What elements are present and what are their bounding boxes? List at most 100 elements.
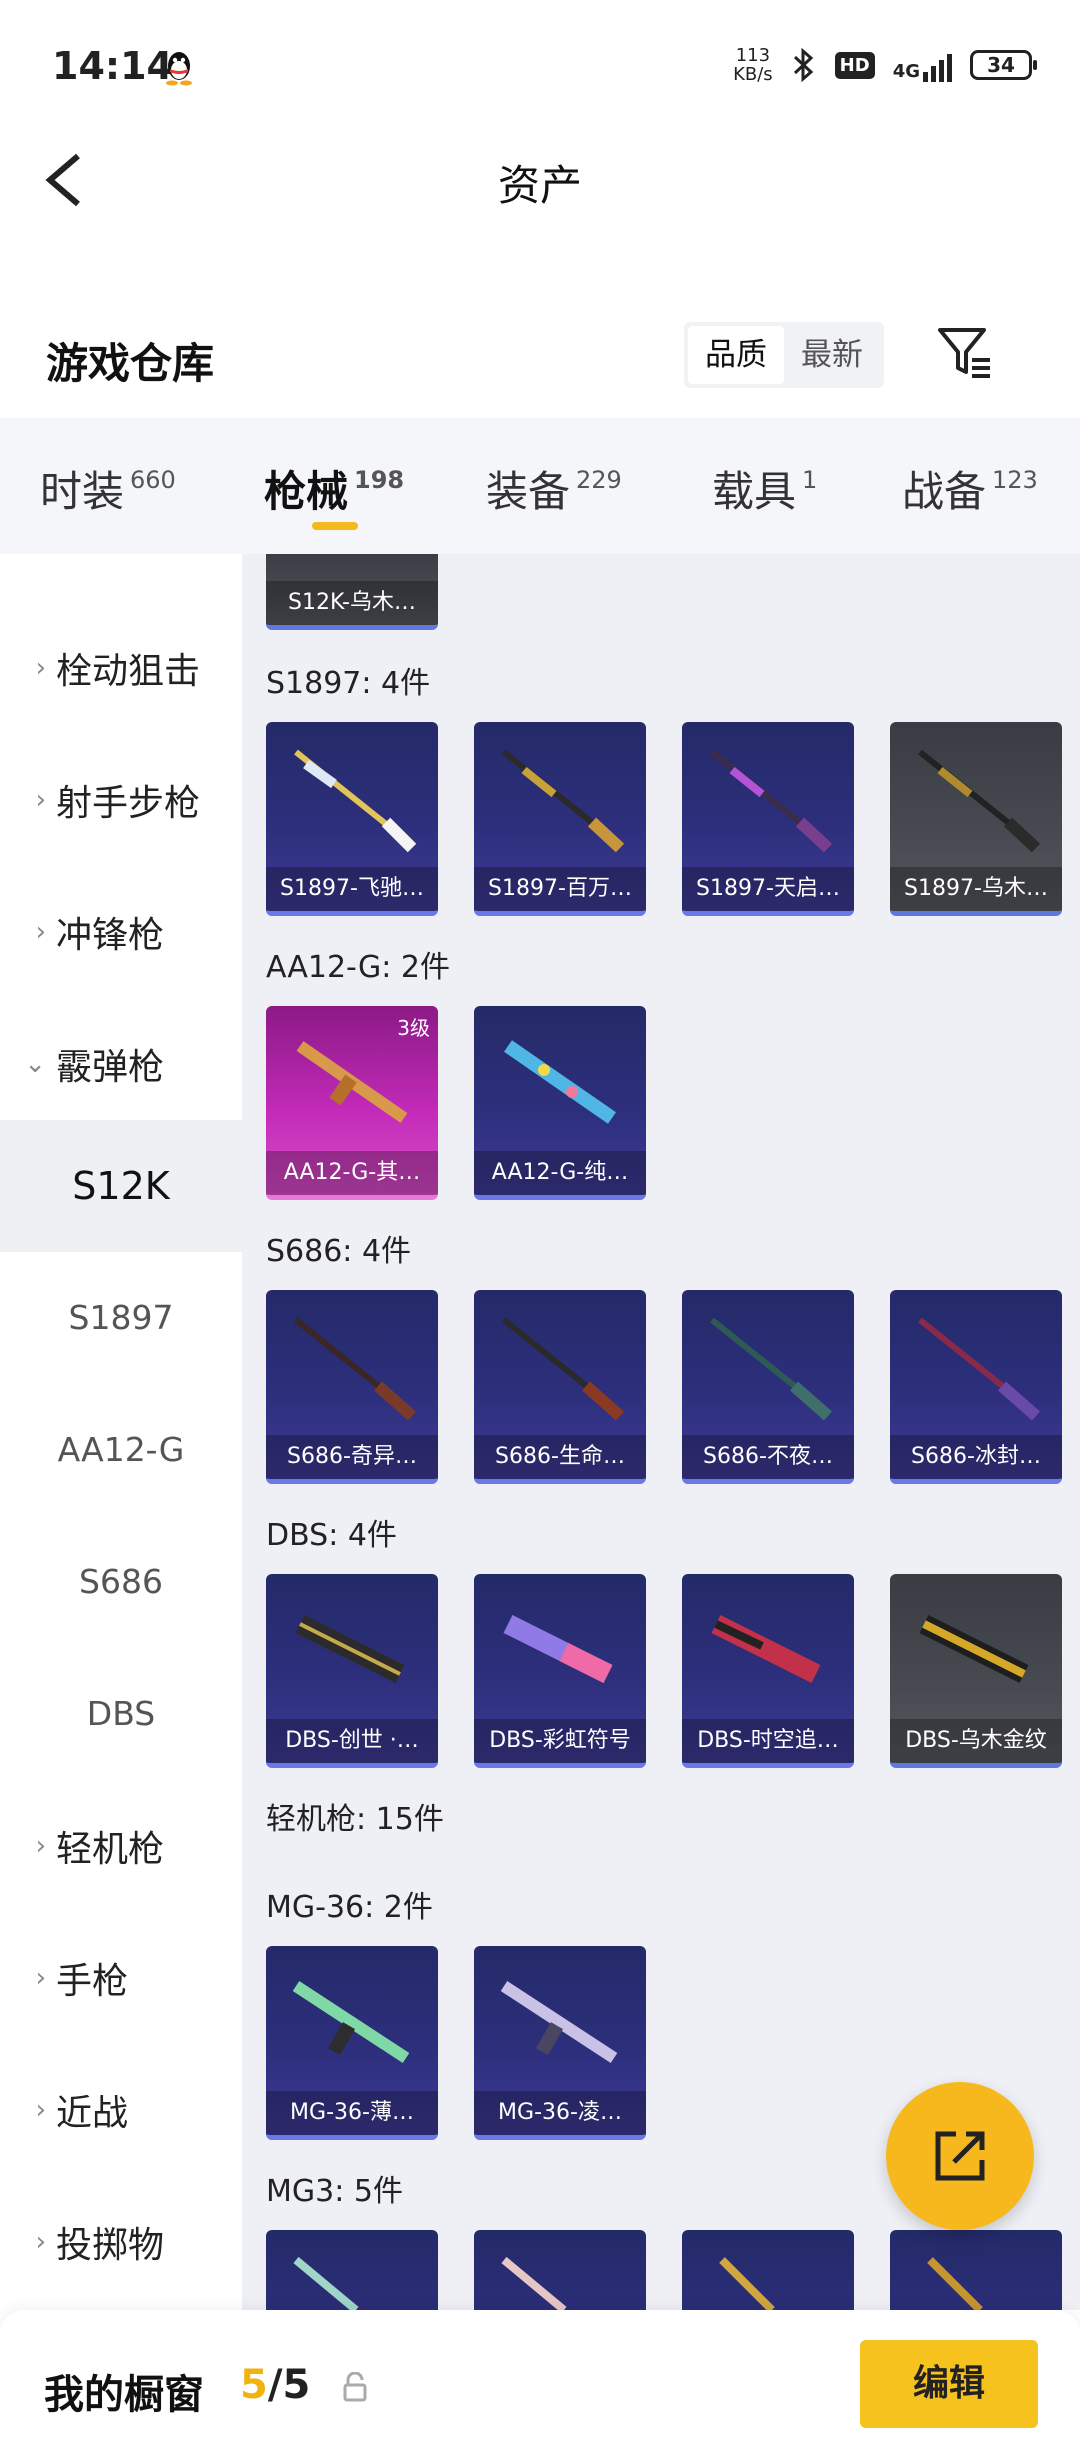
item-card[interactable]: DBS-创世 ·… (266, 1574, 438, 1768)
tab-fashion[interactable]: 时装 660 (40, 458, 176, 519)
sidebar-item-lmg[interactable]: › 轻机枪 (0, 1780, 242, 1912)
item-card[interactable]: S686-冰封… (890, 1290, 1062, 1484)
battery-icon: 34 (970, 50, 1037, 80)
item-card[interactable]: DBS-乌木金纹 (890, 1574, 1062, 1768)
sidebar-item-throwable[interactable]: › 投掷物 (0, 2176, 242, 2308)
item-card[interactable]: DBS-时空追… (682, 1574, 854, 1768)
showcase-count: 5/5 (240, 2362, 311, 2408)
sidebar-sub-s12k[interactable]: S12K (0, 1120, 242, 1252)
item-card[interactable] (266, 2230, 438, 2310)
page-title: 资产 (497, 161, 582, 210)
item-label: DBS-时空追… (682, 1719, 854, 1763)
app-header: 资产 (0, 130, 1080, 230)
item-card[interactable]: S1897-乌木… (890, 722, 1062, 916)
item-card[interactable]: 3级 AA12-G-其… (266, 1006, 438, 1200)
status-time: 14:14 (52, 44, 173, 88)
machinegun-icon (501, 2256, 567, 2310)
shotgun-icon (503, 1615, 613, 1683)
item-grid: S12K-乌木… S1897: 4件 S1897-飞驰… S1897-百万… S… (242, 554, 1080, 2310)
sidebar: › 栓动狙击 › 射手步枪 › 冲锋枪 ⌄ 霰弹枪 S12K S1897 AA12-G … (0, 554, 242, 2310)
item-label: S1897-百万… (474, 867, 646, 911)
sidebar-item-melee[interactable]: › 近战 (0, 2044, 242, 2176)
item-label: S1897-天启… (682, 867, 854, 911)
sort-quality-button[interactable]: 品质 (688, 326, 784, 384)
machinegun-icon (719, 2257, 775, 2310)
level-badge: 3级 (397, 1016, 430, 1040)
machinegun-icon (927, 2257, 983, 2310)
chevron-down-icon: ⌄ (24, 1049, 46, 1079)
warehouse-title: 游戏仓库 (46, 339, 215, 388)
sidebar-item-marksman[interactable]: › 射手步枪 (0, 734, 242, 866)
item-label: AA12-G-其… (266, 1151, 438, 1195)
shotgun-icon (294, 1317, 416, 1421)
item-label: MG-36-薄… (266, 2091, 438, 2135)
item-card[interactable] (682, 2230, 854, 2310)
shotgun-icon (919, 1615, 1029, 1683)
qq-icon (166, 52, 192, 86)
section-header: AA12-G: 2件 (266, 950, 450, 985)
item-card[interactable]: DBS-彩虹符号 (474, 1574, 646, 1768)
item-card[interactable]: AA12-G-纯… (474, 1006, 646, 1200)
shotgun-icon (710, 749, 833, 853)
section-header: MG-36: 2件 (266, 1890, 433, 1925)
tab-supplies[interactable]: 战备 123 (902, 458, 1038, 519)
machinegun-icon (500, 1980, 618, 2064)
tab-equipment[interactable]: 装备 229 (486, 458, 622, 519)
status-bar: 14:14 113 KB/s HD 4G 34 (0, 0, 1080, 130)
net-speed: 113 KB/s (733, 45, 773, 85)
tab-weapons[interactable]: 枪械 198 (264, 458, 404, 519)
edit-button[interactable]: 编辑 (860, 2340, 1038, 2428)
section-header: S686: 4件 (266, 1234, 412, 1269)
sidebar-sub-s1897[interactable]: S1897 (0, 1252, 242, 1384)
shotgun-icon (295, 1615, 405, 1683)
item-label: S12K-乌木… (266, 581, 438, 625)
group-header: 轻机枪: 15件 (266, 1802, 444, 1837)
item-card[interactable]: S686-奇异… (266, 1290, 438, 1484)
shotgun-icon (918, 1317, 1040, 1421)
sidebar-item-bolt-sniper[interactable]: › 栓动狙击 (0, 602, 242, 734)
sidebar-sub-aa12g[interactable]: AA12-G (0, 1384, 242, 1516)
chevron-right-icon: › (35, 2095, 46, 2125)
sort-newest-button[interactable]: 最新 (784, 326, 880, 384)
item-card[interactable] (890, 2230, 1062, 2310)
item-label: S686-生命… (474, 1435, 646, 1479)
shotgun-icon (918, 749, 1041, 853)
sidebar-item-smg[interactable]: › 冲锋枪 (0, 866, 242, 998)
item-card[interactable]: S1897-天启… (682, 722, 854, 916)
sidebar-item-shotgun[interactable]: ⌄ 霰弹枪 (0, 998, 242, 1130)
item-card[interactable]: S1897-飞驰… (266, 722, 438, 916)
item-card[interactable]: S12K-乌木… (266, 554, 438, 630)
hd-badge: HD (834, 51, 875, 79)
sidebar-sub-s686[interactable]: S686 (0, 1516, 242, 1648)
tab-vehicles[interactable]: 载具 1 (712, 458, 817, 519)
item-card[interactable] (474, 2230, 646, 2310)
item-label: MG-36-凌… (474, 2091, 646, 2135)
item-card[interactable]: S686-不夜… (682, 1290, 854, 1484)
showcase-bar: 我的橱窗 5/5 编辑 (0, 2310, 1080, 2460)
chevron-right-icon: › (35, 1831, 46, 1861)
item-label: AA12-G-纯… (474, 1151, 646, 1195)
shotgun-icon (294, 749, 417, 853)
machinegun-icon (293, 2256, 359, 2310)
item-label: S686-不夜… (682, 1435, 854, 1479)
item-card[interactable]: S686-生命… (474, 1290, 646, 1484)
item-card[interactable]: MG-36-凌… (474, 1946, 646, 2140)
item-label: DBS-彩虹符号 (474, 1719, 646, 1763)
chevron-right-icon: › (35, 917, 46, 947)
sort-toggle: 品质 最新 (684, 322, 884, 388)
shotgun-icon (502, 749, 625, 853)
sidebar-item-pistol[interactable]: › 手枪 (0, 1912, 242, 2044)
item-card[interactable]: MG-36-薄… (266, 1946, 438, 2140)
share-button[interactable] (886, 2082, 1034, 2230)
item-card[interactable]: S1897-百万… (474, 722, 646, 916)
chevron-right-icon: › (35, 2227, 46, 2257)
bluetooth-icon (793, 47, 813, 83)
sidebar-sub-dbs[interactable]: DBS (0, 1648, 242, 1780)
section-header: S1897: 4件 (266, 666, 431, 701)
section-header: DBS: 4件 (266, 1518, 397, 1553)
chevron-right-icon: › (35, 1963, 46, 1993)
filter-icon[interactable] (934, 322, 994, 382)
item-label: S1897-乌木… (890, 867, 1062, 911)
item-label: S686-冰封… (890, 1435, 1062, 1479)
item-label: S1897-飞驰… (266, 867, 438, 911)
